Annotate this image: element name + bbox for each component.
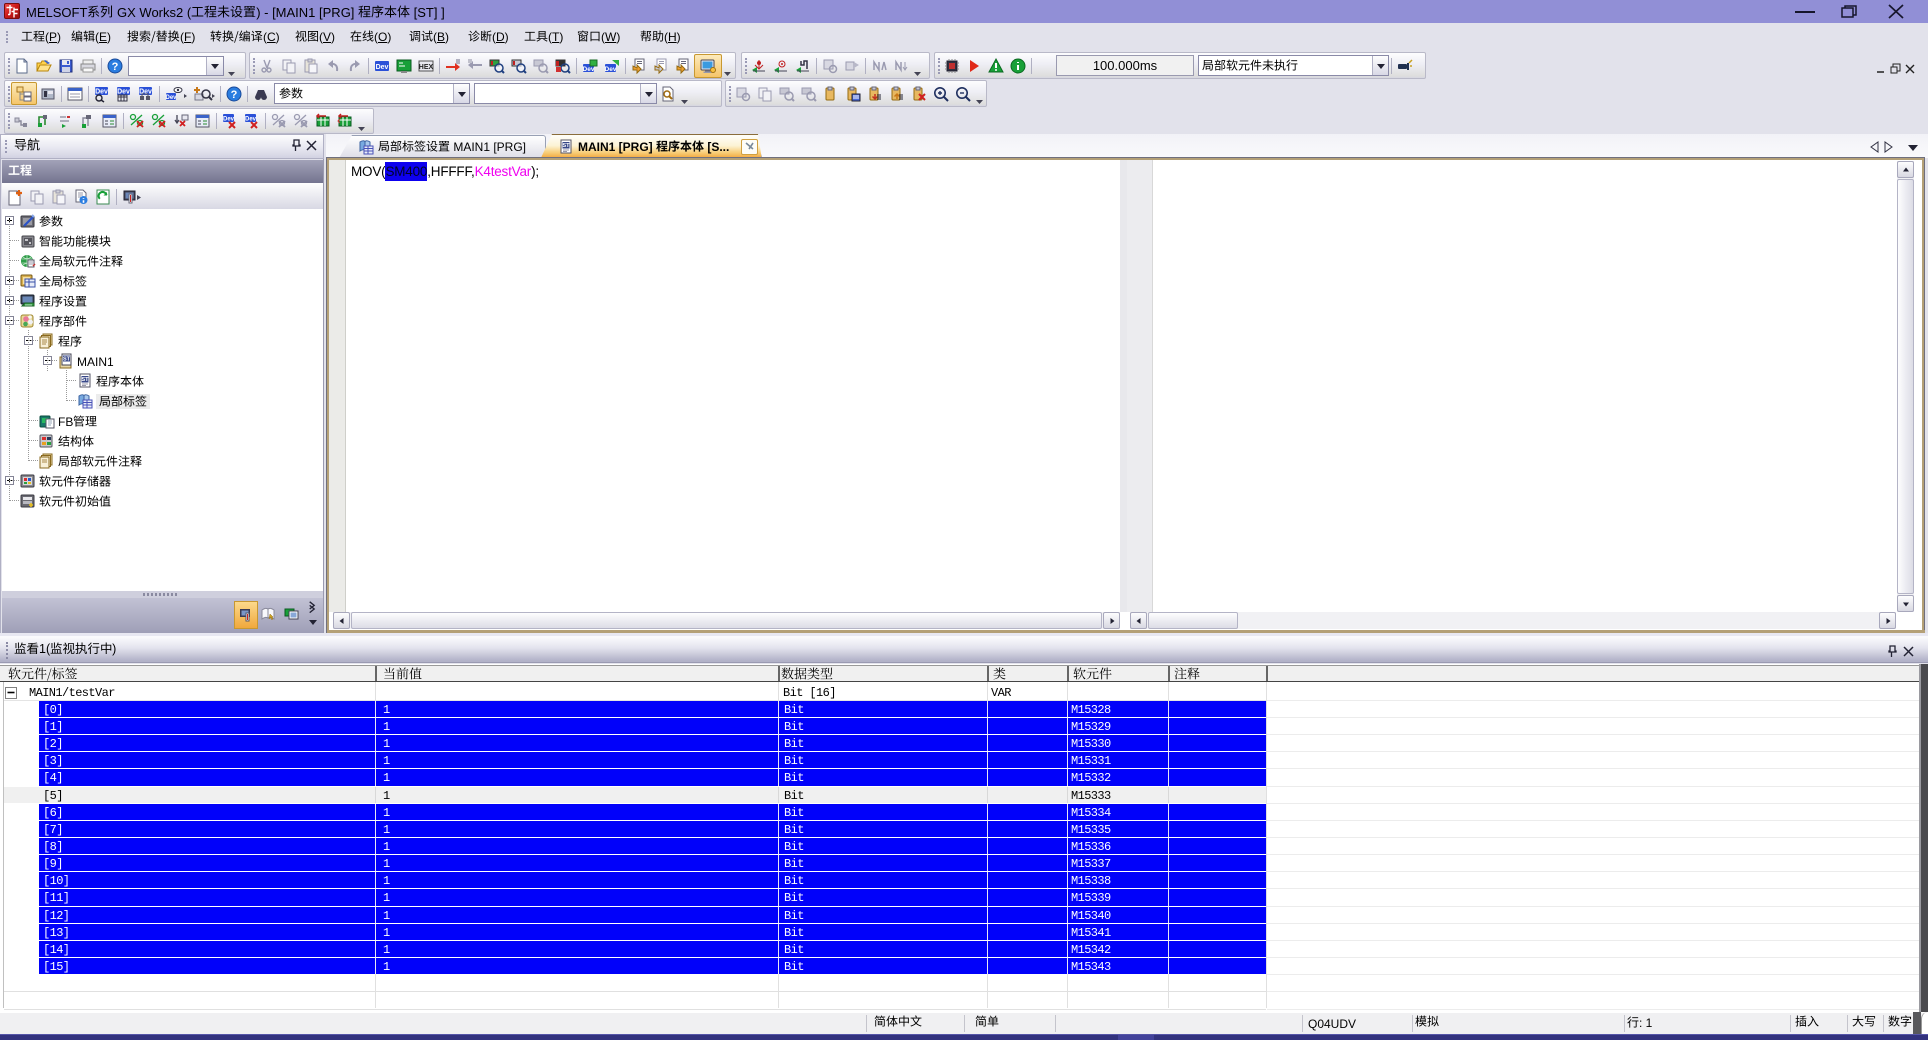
svg-text:?: ? (231, 89, 238, 101)
svg-text:Dev: Dev (223, 117, 235, 123)
svg-text:Dev: Dev (117, 88, 130, 95)
svg-text:ST: ST (63, 357, 71, 363)
svg-text:Dev: Dev (583, 66, 595, 73)
svg-text:HEX: HEX (419, 64, 434, 71)
svg-text:Dev: Dev (165, 95, 177, 101)
svg-text:ST: ST (81, 377, 89, 383)
svg-text:Dev: Dev (376, 64, 389, 71)
svg-text:?: ? (112, 61, 119, 73)
svg-text:Dev: Dev (605, 66, 617, 73)
svg-text:Dev: Dev (95, 88, 108, 95)
svg-text:ST: ST (562, 143, 570, 149)
svg-text:Dev: Dev (245, 117, 257, 123)
